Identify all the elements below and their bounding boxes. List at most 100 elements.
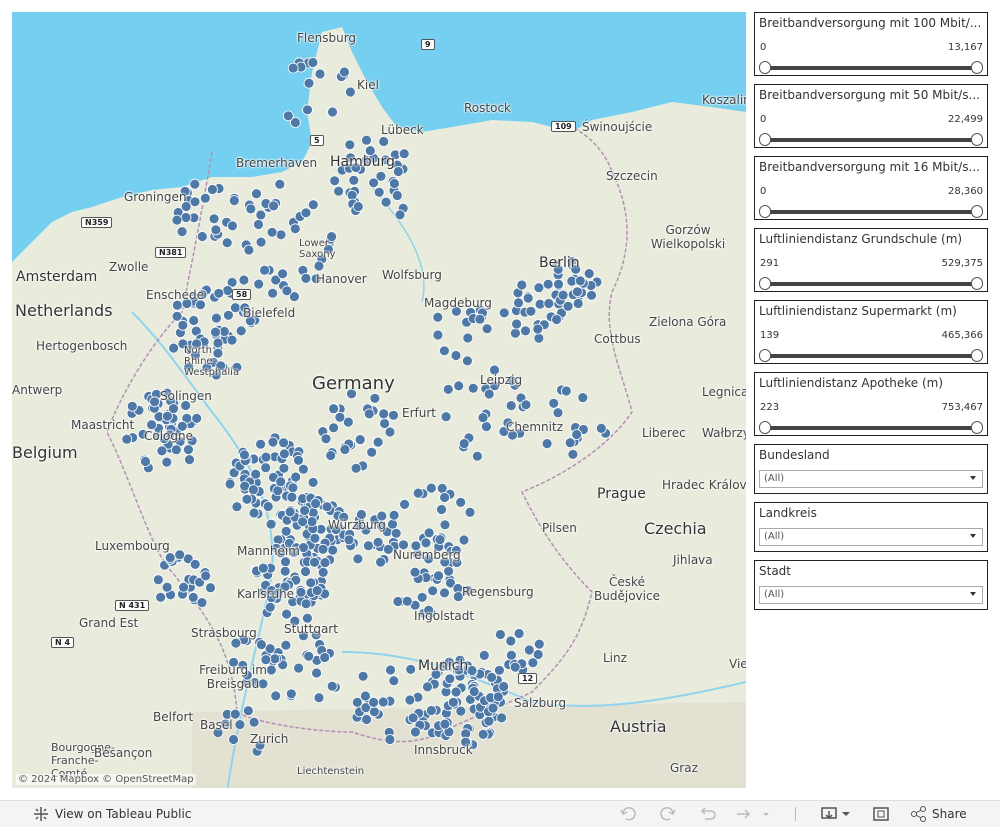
map-point[interactable] — [226, 220, 238, 232]
map-point[interactable] — [557, 289, 569, 301]
map-point[interactable] — [496, 712, 508, 724]
map-point[interactable] — [458, 438, 470, 450]
map-point[interactable] — [269, 653, 281, 665]
map-point[interactable] — [352, 201, 364, 213]
map-point[interactable] — [439, 718, 451, 730]
map-point[interactable] — [466, 665, 478, 676]
map-point[interactable] — [156, 445, 168, 457]
slider-track[interactable] — [765, 66, 977, 70]
map-point[interactable] — [343, 534, 355, 546]
map-point[interactable] — [399, 498, 411, 510]
map-point[interactable] — [363, 408, 375, 420]
map-point[interactable] — [388, 509, 400, 521]
map-point[interactable] — [278, 448, 290, 460]
map-point[interactable] — [161, 410, 173, 422]
map-point[interactable] — [266, 226, 278, 238]
map-point[interactable] — [317, 543, 329, 555]
map-point[interactable] — [505, 400, 517, 412]
map-point[interactable] — [382, 544, 394, 555]
map-point[interactable] — [307, 57, 319, 68]
map-point[interactable] — [372, 536, 384, 548]
map-point[interactable] — [553, 278, 564, 290]
map-point[interactable] — [321, 501, 333, 513]
map-point[interactable] — [277, 268, 289, 280]
map-point[interactable] — [327, 544, 339, 556]
map-point[interactable] — [434, 534, 446, 545]
map-point[interactable] — [140, 456, 151, 467]
map-point[interactable] — [368, 697, 380, 708]
map-point[interactable] — [234, 719, 246, 730]
map-point[interactable] — [314, 68, 326, 80]
map-point[interactable] — [328, 403, 340, 415]
map-point[interactable] — [513, 628, 525, 639]
map-point[interactable] — [378, 408, 390, 420]
map-point[interactable] — [366, 446, 378, 458]
map-point[interactable] — [462, 332, 474, 344]
map-point[interactable] — [409, 566, 421, 578]
map-point[interactable] — [164, 552, 176, 563]
map-point[interactable] — [533, 638, 545, 650]
map-point[interactable] — [180, 212, 192, 223]
map-point[interactable] — [239, 449, 250, 461]
map-point[interactable] — [427, 585, 439, 597]
map-point[interactable] — [310, 498, 322, 509]
map-point[interactable] — [432, 311, 444, 323]
map-point[interactable] — [564, 437, 576, 449]
map-point[interactable] — [372, 436, 384, 448]
chevron-down-icon[interactable] — [970, 476, 976, 480]
map-point[interactable] — [196, 597, 208, 608]
map-point[interactable] — [533, 332, 545, 344]
map-point[interactable] — [522, 292, 534, 304]
map-point[interactable] — [161, 456, 173, 468]
map-point[interactable] — [373, 186, 385, 198]
map-point[interactable] — [297, 516, 309, 528]
map-point[interactable] — [439, 492, 451, 503]
map-point[interactable] — [420, 537, 432, 549]
map-point[interactable] — [313, 692, 325, 704]
map-point[interactable] — [221, 237, 233, 249]
map-point[interactable] — [289, 223, 301, 235]
map-point[interactable] — [259, 264, 271, 276]
map-point[interactable] — [267, 287, 279, 299]
map-point[interactable] — [541, 438, 553, 450]
map-point[interactable] — [303, 77, 315, 89]
map-point[interactable] — [170, 444, 182, 456]
map-point[interactable] — [525, 305, 537, 317]
map-point[interactable] — [404, 694, 416, 706]
map-point[interactable] — [267, 436, 279, 448]
map-point[interactable] — [532, 323, 544, 335]
map-point[interactable] — [287, 62, 299, 74]
map-point[interactable] — [265, 518, 277, 530]
map-point[interactable] — [455, 496, 467, 508]
map-point[interactable] — [487, 702, 499, 714]
refresh-button[interactable] — [735, 806, 771, 822]
map-point[interactable] — [250, 468, 262, 480]
map-point[interactable] — [305, 577, 317, 589]
slider-max-handle[interactable] — [971, 61, 983, 74]
map-point[interactable] — [326, 680, 338, 692]
map-point[interactable] — [471, 450, 483, 462]
map-point[interactable] — [177, 319, 189, 331]
map-point[interactable] — [543, 298, 555, 309]
map-point[interactable] — [189, 559, 201, 570]
map-point[interactable] — [284, 506, 296, 518]
map-point[interactable] — [595, 422, 607, 434]
map-point[interactable] — [329, 175, 341, 187]
map-point[interactable] — [297, 463, 309, 475]
map-point[interactable] — [205, 582, 216, 594]
bundesland-select[interactable]: (All) — [759, 470, 983, 488]
map-point[interactable] — [238, 274, 250, 286]
map-point[interactable] — [527, 657, 539, 669]
revert-button[interactable] — [699, 806, 717, 822]
map-point[interactable] — [458, 534, 470, 546]
map-point[interactable] — [572, 298, 584, 309]
map-point[interactable] — [287, 482, 299, 494]
undo-button[interactable] — [619, 806, 637, 822]
map-point[interactable] — [257, 562, 269, 574]
map-view[interactable]: Flensburg Kiel Rostock Lübeck Koszalin Ś… — [12, 12, 746, 788]
map-point[interactable] — [422, 681, 433, 693]
slider-min-handle[interactable] — [759, 133, 771, 146]
map-point[interactable] — [577, 392, 589, 404]
map-point[interactable] — [295, 586, 307, 598]
map-point[interactable] — [436, 504, 447, 515]
